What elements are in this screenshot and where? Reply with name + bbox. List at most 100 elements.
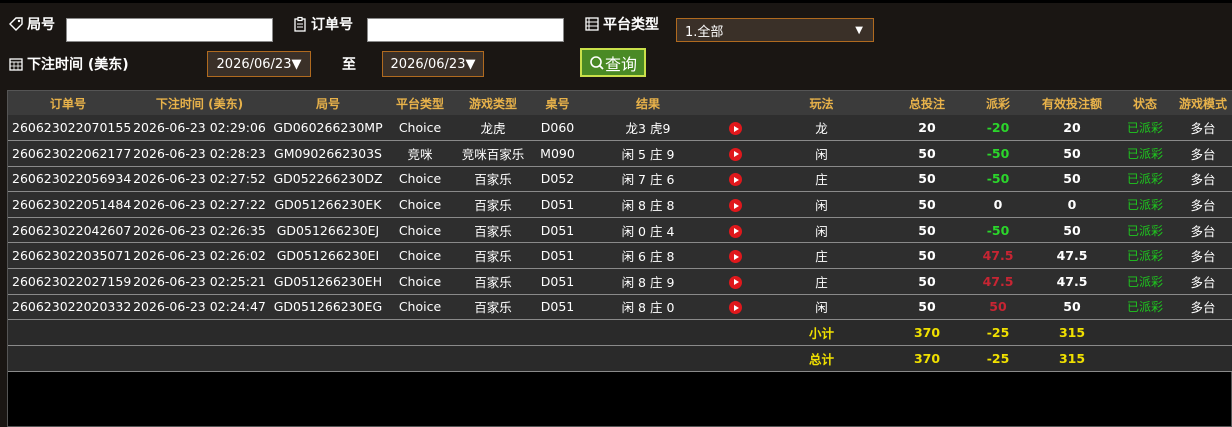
cell-order: 260623022020332 [8,294,131,321]
date-to-picker[interactable]: 2026/06/23▼ [382,51,484,77]
cell-bet-time: 2026-06-23 02:27:22 [128,191,271,218]
cell-valid-bet: 47.5 [1027,242,1117,270]
cell-round: GD051266230EI [271,242,385,270]
play-video-icon[interactable] [728,250,742,264]
cell-valid-bet: 50 [1027,140,1117,167]
subtotal-row-label: 小计 [758,319,885,347]
table-row: 260623022051484 2026-06-23 02:27:22 GD0512… [8,191,1232,218]
subtotal-row-empty-cell [531,319,584,347]
calendar-icon [9,58,23,71]
cell-round: GD051266230EG [271,294,385,321]
cell-order: 260623022042607 [8,217,131,244]
cell-bet-time: 2026-06-23 02:24:47 [128,294,271,321]
cell-valid-bet: 50 [1027,294,1117,321]
cell-table: D052 [531,166,584,193]
col-valid-bet: 有效投注额 [1041,96,1102,111]
total-row-empty-cell [128,345,271,373]
play-video-icon[interactable] [728,199,742,213]
total-row-empty-cell [455,345,531,373]
cell-payout: 0 [969,191,1027,218]
cell-video [712,191,758,218]
subtotal-row-empty-cell [385,319,455,347]
cell-payout: -50 [969,166,1027,193]
table-row: 260623022035071 2026-06-23 02:26:02 GD0512… [8,242,1232,270]
cell-result: 闲 6 庄 8 [584,242,712,270]
round-input[interactable] [66,18,273,42]
col-total-bet: 总投注 [908,96,945,111]
to-label: 至 [342,57,356,73]
play-video-icon[interactable] [728,173,742,187]
subtotal-row-empty-cell [271,319,385,347]
round-filter-label: 局号 [8,14,55,34]
search-icon [590,55,604,70]
cell-valid-bet: 50 [1027,217,1117,244]
total-row-empty-cell [1173,345,1232,373]
cell-game-mode: 多台 [1173,217,1232,244]
cell-order: 260623022070155 [8,115,131,142]
cell-video [712,166,758,193]
play-video-icon[interactable] [728,147,742,161]
cell-video [712,294,758,321]
total-row-empty-cell [531,345,584,373]
cell-total-bet: 50 [885,217,969,244]
cell-result: 闲 8 庄 0 [584,294,712,321]
table-row: 260623022070155 2026-06-23 02:29:06 GD0602… [8,115,1232,142]
cell-total-bet: 50 [885,268,969,295]
subtotal-row-payout: -25 [969,319,1027,347]
cell-bet-time: 2026-06-23 02:26:02 [128,242,271,270]
total-row-payout: -25 [969,345,1027,373]
subtotal-row: 小计 370 -25 315 [8,319,1232,347]
cell-play: 庄 [758,166,885,193]
cell-game-type: 百家乐 [455,166,531,193]
play-video-icon[interactable] [728,301,742,315]
cell-play: 闲 [758,140,885,167]
table-row: 260623022020332 2026-06-23 02:24:47 GD0512… [8,294,1232,321]
platform-select[interactable]: 1.全部 ▼ [676,18,874,42]
time-label-text: 下注时间 (美东) [27,57,129,73]
play-video-icon[interactable] [728,275,742,289]
cell-round: GD051266230EH [271,268,385,295]
platform-select-value: 1.全部 [685,24,724,40]
subtotal-row-empty-cell [712,319,758,347]
cell-platform: 竞咪 [385,140,455,167]
play-video-icon[interactable] [728,122,742,136]
cell-valid-bet: 20 [1027,115,1117,142]
cell-table: D051 [531,191,584,218]
cell-status: 已派彩 [1117,294,1173,321]
cell-order: 260623022027159 [8,268,131,295]
order-input[interactable] [367,18,564,42]
cell-order: 260623022062177 [8,140,131,167]
table-header: 订单号 下注时间 (美东) 局号 平台类型 游戏类型 桌号 结果 玩法 总投注 … [8,91,1232,115]
order-label-text: 订单号 [311,17,353,33]
col-bet-time: 下注时间 (美东) [155,96,244,111]
cell-game-type: 竞咪百家乐 [455,140,531,167]
query-button[interactable]: 查询 [580,48,646,77]
col-status: 状态 [1132,96,1157,111]
total-row: 总计 370 -25 315 [8,345,1232,373]
date-from-picker[interactable]: 2026/06/23▼ [207,51,311,77]
cell-play: 庄 [758,242,885,270]
cell-round: GD060266230MP [271,115,385,142]
table-row: 260623022042607 2026-06-23 02:26:35 GD0512… [8,217,1232,244]
play-video-icon[interactable] [728,224,742,238]
cell-game-type: 百家乐 [455,242,531,270]
cell-bet-time: 2026-06-23 02:26:35 [128,217,271,244]
cell-payout: -50 [969,140,1027,167]
subtotal-row-valid: 315 [1027,319,1117,347]
cell-status: 已派彩 [1117,140,1173,167]
cell-platform: Choice [385,166,455,193]
cell-payout: -50 [969,217,1027,244]
col-game-type: 游戏类型 [468,96,517,111]
list-icon [585,17,599,31]
total-row-label: 总计 [758,345,885,373]
cell-total-bet: 50 [885,191,969,218]
subtotal-row-empty-cell [8,319,128,347]
subtotal-row-empty-cell [1117,319,1173,347]
cell-total-bet: 50 [885,242,969,270]
subtotal-row-empty-cell [584,319,712,347]
cell-video [712,217,758,244]
cell-bet-time: 2026-06-23 02:25:21 [128,268,271,295]
cell-play: 庄 [758,268,885,295]
cell-table: D060 [531,115,584,142]
col-video [712,91,758,115]
